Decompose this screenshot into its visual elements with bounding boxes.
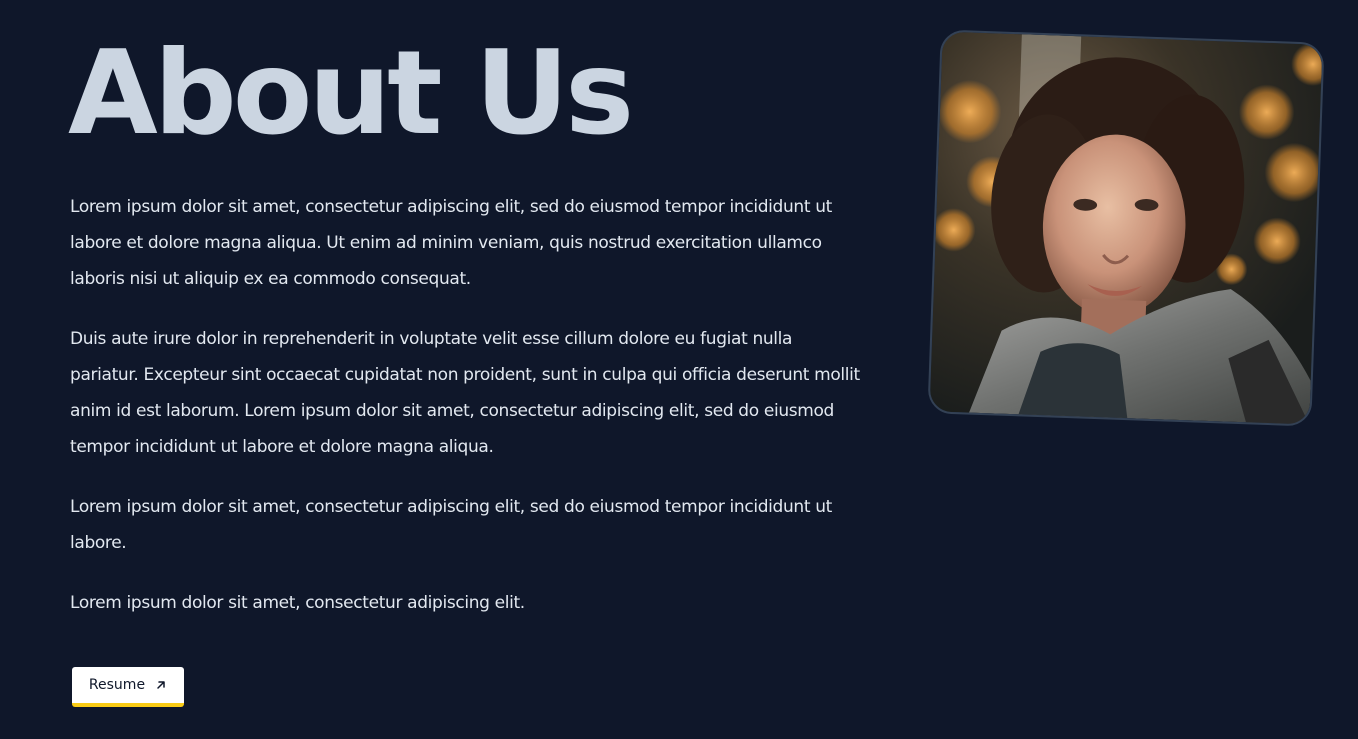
portrait-image: [929, 31, 1323, 425]
about-paragraph-2: Duis aute irure dolor in reprehenderit i…: [70, 329, 860, 457]
resume-button-label: Resume: [88, 677, 146, 693]
page-title: About Us: [68, 26, 634, 161]
resume-button[interactable]: Resume: [72, 667, 184, 707]
arrow-up-right-icon: [155, 679, 167, 691]
about-paragraph-1: Lorem ipsum dolor sit amet, consectetur …: [70, 197, 832, 289]
about-paragraph-3: Lorem ipsum dolor sit amet, consectetur …: [70, 497, 832, 553]
profile-photo: [927, 29, 1325, 427]
about-content: Lorem ipsum dolor sit amet, consectetur …: [70, 189, 860, 645]
about-paragraph-4: Lorem ipsum dolor sit amet, consectetur …: [70, 593, 525, 613]
